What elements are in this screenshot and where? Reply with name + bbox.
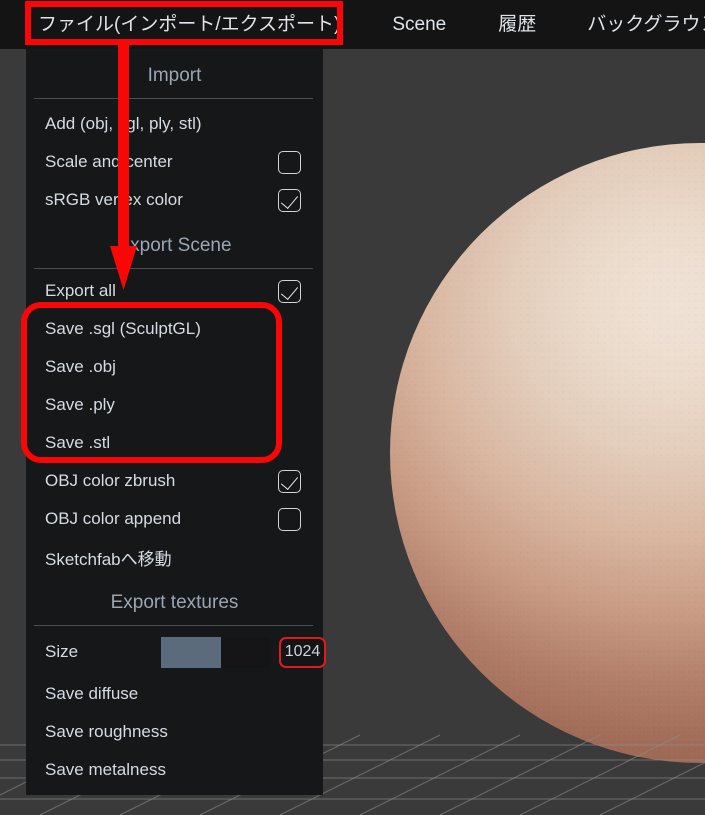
menu-row-add-file[interactable]: Add (obj, sgl, ply, stl) xyxy=(26,105,323,143)
label-obj-color-append: OBJ color append xyxy=(45,509,182,528)
file-menu-panel: Import Add (obj, sgl, ply, stl) Scale an… xyxy=(26,49,326,795)
menu-row-texture-size: Size 1024 xyxy=(26,629,326,675)
checkbox-obj-color-append[interactable] xyxy=(278,507,301,531)
menu-row-save-metalness[interactable]: Save metalness xyxy=(26,751,323,789)
menu-row-obj-color-append[interactable]: OBJ color append xyxy=(26,500,323,538)
label-scale-and-center: Scale and center xyxy=(45,152,173,171)
label-export-all: Export all xyxy=(45,281,116,300)
label-save-roughness: Save roughness xyxy=(45,722,168,741)
label-go-to-sketchfab: Sketchfabへ移動 xyxy=(45,549,172,569)
label-save-diffuse: Save diffuse xyxy=(45,684,139,703)
checkbox-srgb-vertex-color[interactable] xyxy=(278,188,301,212)
texture-size-slider[interactable] xyxy=(161,636,270,668)
menu-item-background[interactable]: バックグラウンド xyxy=(585,15,705,34)
section-header-export-scene: Export Scene xyxy=(117,235,232,256)
label-srgb-vertex-color: sRGB vertex color xyxy=(45,190,183,209)
menu-row-scale-and-center[interactable]: Scale and center xyxy=(26,143,323,181)
label-save-stl: Save .stl xyxy=(45,433,111,452)
label-save-sgl: Save .sgl (SculptGL) xyxy=(45,319,201,338)
section-header-export-textures: Export textures xyxy=(110,592,239,613)
label-add-file: Add (obj, sgl, ply, stl) xyxy=(45,114,202,133)
label-save-ply: Save .ply xyxy=(45,395,115,414)
sphere-surface-grain xyxy=(390,143,705,763)
label-save-metalness: Save metalness xyxy=(45,760,166,779)
sphere-mesh[interactable] xyxy=(390,143,705,763)
sculptgl-window: ファイル(インポート/エクスポート) Scene 履歴 バックグラウンド Imp… xyxy=(0,0,705,815)
menu-item-file[interactable]: ファイル(インポート/エクスポート) xyxy=(36,15,342,34)
menu-row-go-to-sketchfab[interactable]: Sketchfabへ移動 xyxy=(26,538,323,576)
menu-row-obj-color-zbrush[interactable]: OBJ color zbrush xyxy=(26,462,323,500)
label-obj-color-zbrush: OBJ color zbrush xyxy=(45,471,176,490)
menu-item-history[interactable]: 履歴 xyxy=(496,15,538,34)
texture-size-value-input[interactable]: 1024 xyxy=(279,636,326,668)
menu-row-srgb-vertex-color[interactable]: sRGB vertex color xyxy=(26,181,323,219)
checkbox-export-all[interactable] xyxy=(278,279,301,303)
checkbox-obj-color-zbrush[interactable] xyxy=(278,469,301,493)
menu-row-export-all[interactable]: Export all xyxy=(26,272,323,310)
menu-row-save-roughness[interactable]: Save roughness xyxy=(26,713,323,751)
menu-row-save-sgl[interactable]: Save .sgl (SculptGL) xyxy=(26,310,323,348)
menu-row-save-ply[interactable]: Save .ply xyxy=(26,386,323,424)
menu-item-scene[interactable]: Scene xyxy=(390,15,448,34)
top-menu-bar: ファイル(インポート/エクスポート) Scene 履歴 バックグラウンド xyxy=(0,0,705,49)
menu-row-save-diffuse[interactable]: Save diffuse xyxy=(26,675,323,713)
menu-row-save-obj[interactable]: Save .obj xyxy=(26,348,323,386)
checkbox-scale-and-center[interactable] xyxy=(278,150,301,174)
menu-row-save-stl[interactable]: Save .stl xyxy=(26,424,323,462)
label-save-obj: Save .obj xyxy=(45,357,116,376)
label-texture-size: Size xyxy=(45,642,79,661)
section-header-import: Import xyxy=(147,65,202,86)
texture-size-slider-fill xyxy=(161,636,221,668)
